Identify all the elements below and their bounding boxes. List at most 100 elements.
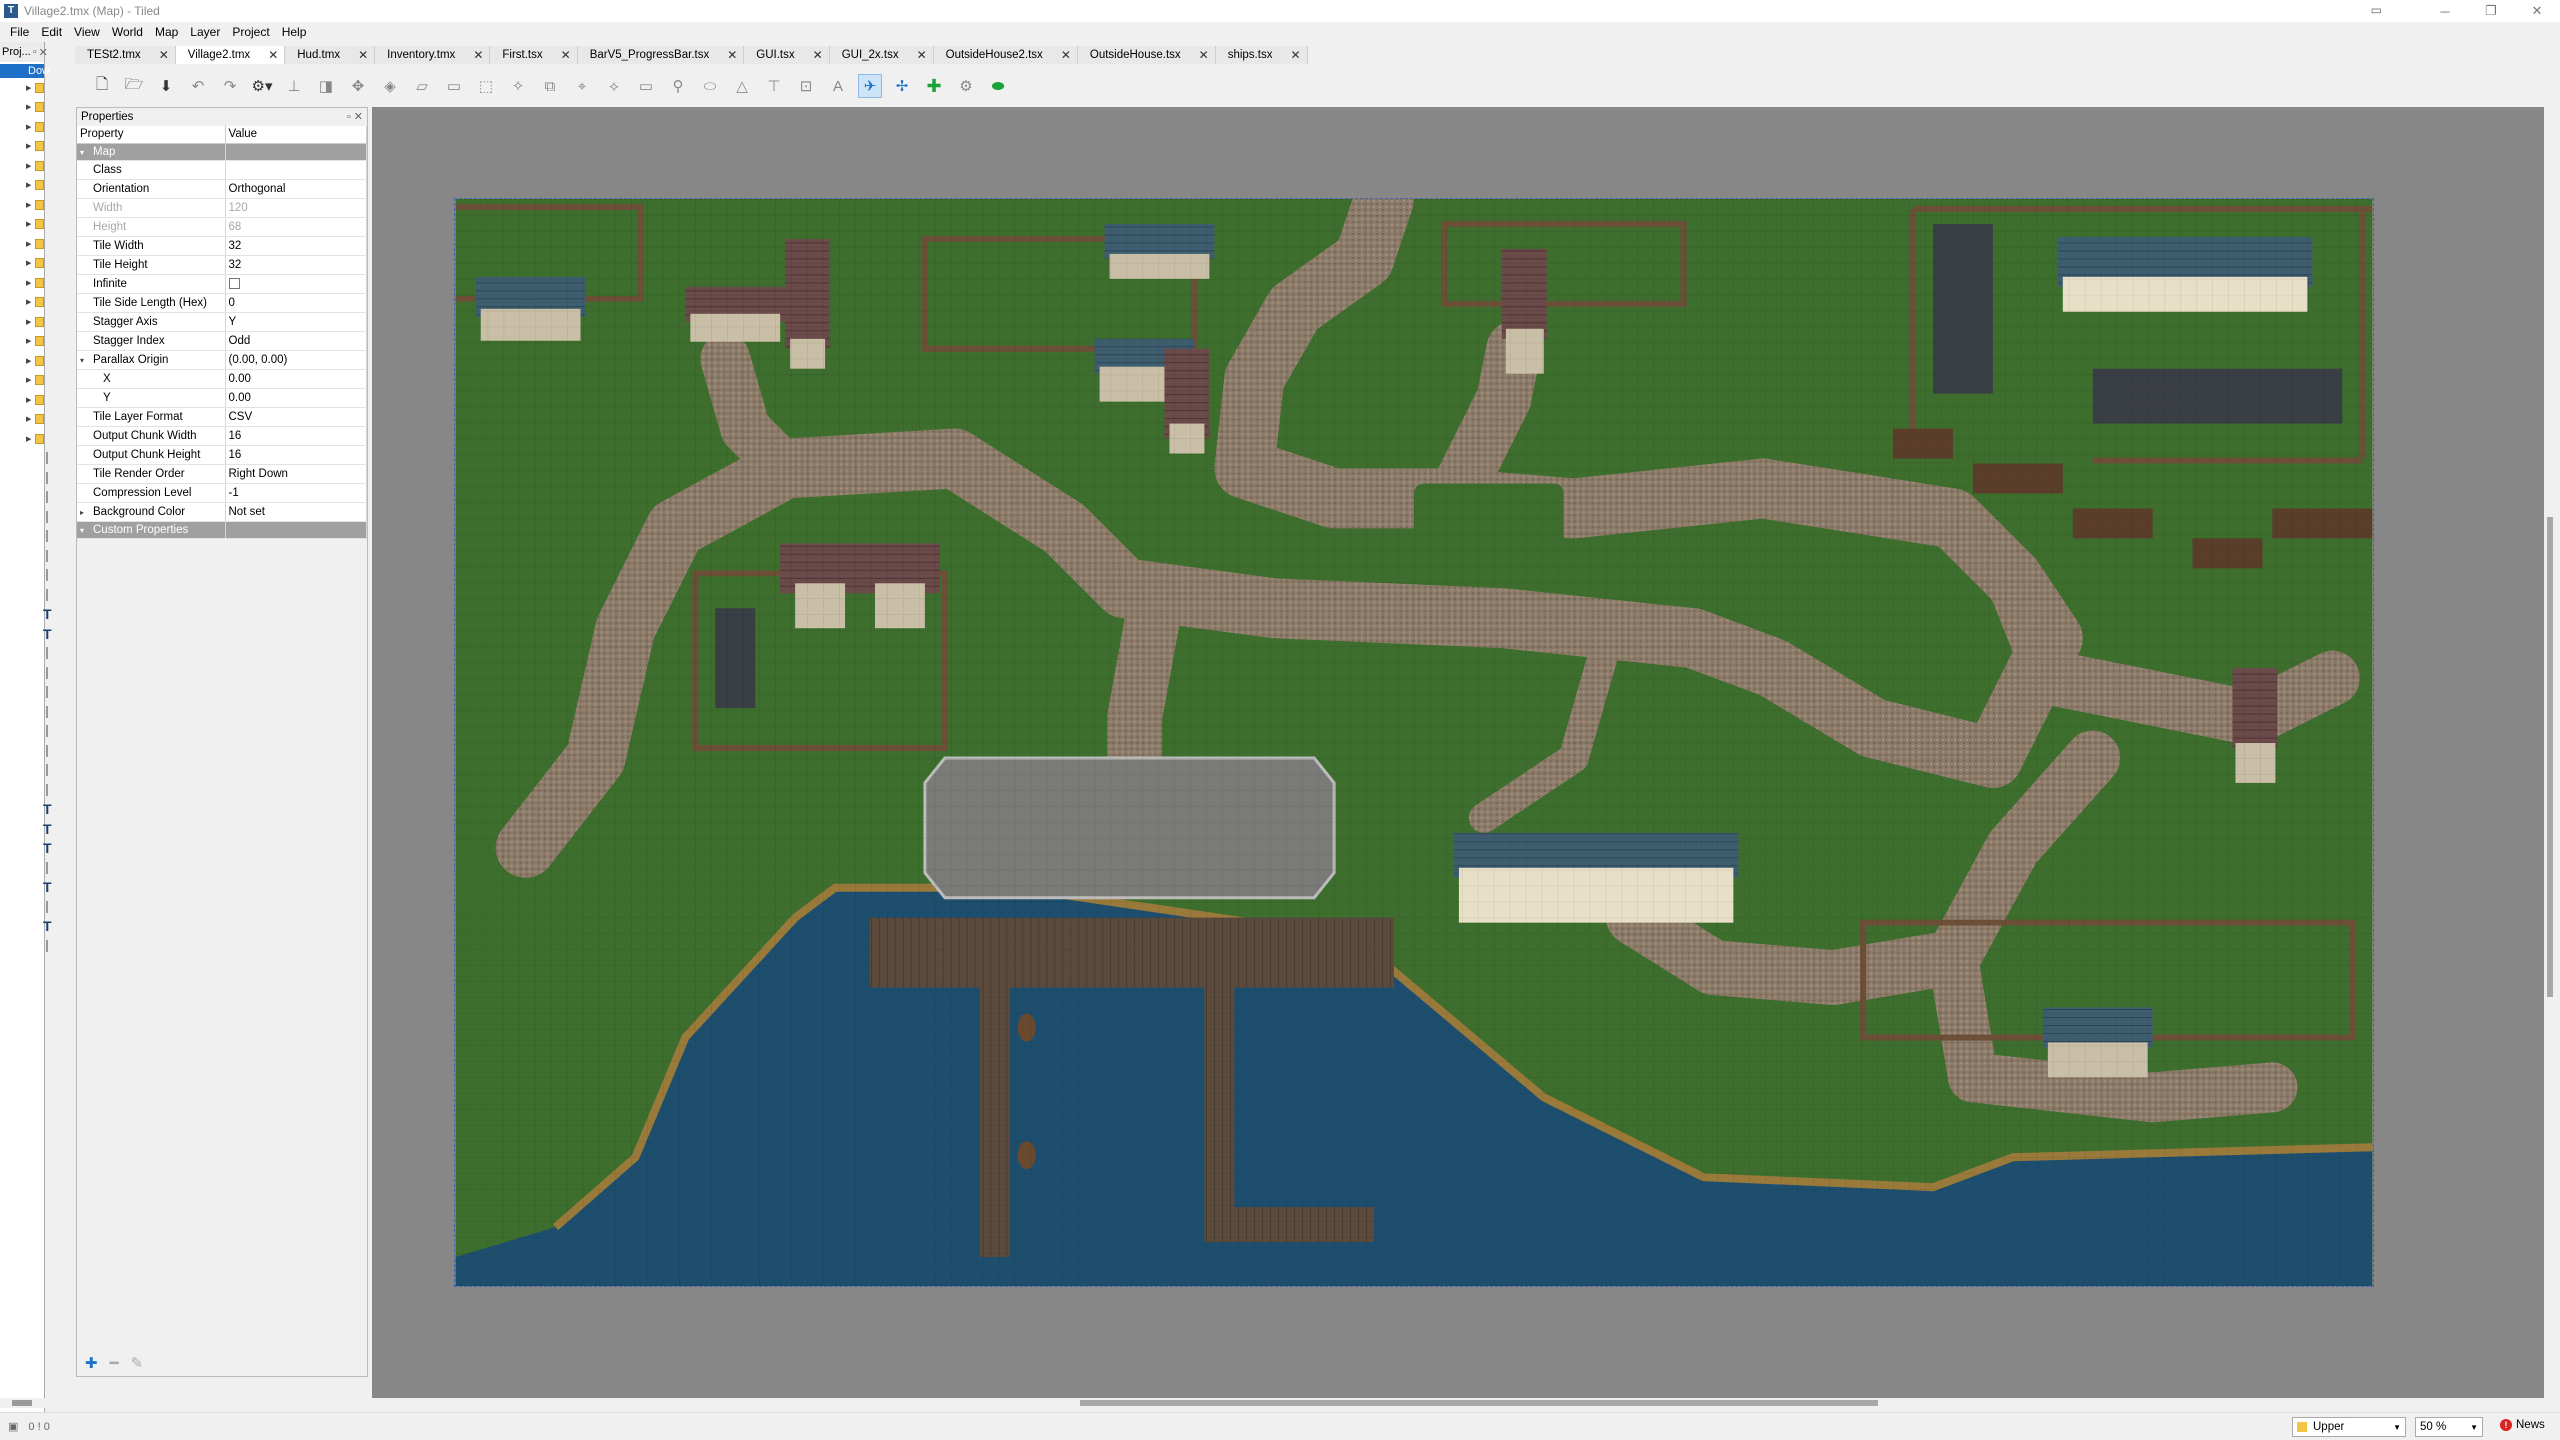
project-folder-item[interactable]: ▶ xyxy=(0,332,44,352)
close-icon[interactable]: ✕ xyxy=(1061,48,1071,62)
close-icon[interactable]: ✕ xyxy=(1290,48,1300,62)
project-file-item[interactable] xyxy=(0,566,48,586)
close-icon[interactable]: ✕ xyxy=(813,48,823,62)
chevron-right-icon[interactable]: ▶ xyxy=(26,318,31,326)
property-row-tile-side-length-hex-[interactable]: Tile Side Length (Hex) 0 xyxy=(77,293,367,313)
chevron-right-icon[interactable]: ▶ xyxy=(26,376,31,384)
rect-select-icon[interactable]: ⬚ xyxy=(474,74,498,98)
property-value[interactable]: Y xyxy=(225,312,367,332)
project-file-item[interactable]: T xyxy=(0,800,52,820)
close-icon[interactable]: ✕ xyxy=(39,46,48,59)
minimize-button[interactable]: ─ xyxy=(2422,0,2468,22)
property-row-tile-layer-format[interactable]: Tile Layer Format CSV xyxy=(77,407,367,427)
close-icon[interactable]: ✕ xyxy=(917,48,927,62)
project-file-item[interactable] xyxy=(0,741,48,761)
property-value[interactable] xyxy=(225,274,367,294)
property-value[interactable]: Orthogonal xyxy=(225,179,367,199)
project-file-item[interactable] xyxy=(0,702,48,722)
project-file-item[interactable]: T xyxy=(0,839,52,859)
property-row-height[interactable]: Height 68 xyxy=(77,217,367,237)
select-same-tile-icon[interactable]: ⧉ xyxy=(538,74,562,98)
tab-ships-tsx[interactable]: ships.tsx ✕ xyxy=(1215,46,1308,64)
insert-point-icon[interactable]: ⚲ xyxy=(666,74,690,98)
project-file-item[interactable]: T xyxy=(0,917,52,937)
terrain-brush-icon[interactable]: ◨ xyxy=(314,74,338,98)
property-row-stagger-axis[interactable]: Stagger Axis Y xyxy=(77,312,367,332)
property-row-y[interactable]: Y 0.00 xyxy=(77,388,367,408)
chevron-right-icon[interactable]: ▶ xyxy=(26,220,31,228)
chevron-right-icon[interactable]: ▶ xyxy=(26,357,31,365)
project-folder-item[interactable]: ▶ xyxy=(0,293,44,313)
insert-text-icon[interactable]: A xyxy=(826,74,850,98)
tab-inventory-tmx[interactable]: Inventory.tmx ✕ xyxy=(375,46,491,64)
project-file-item[interactable] xyxy=(0,585,48,605)
select-objects-icon[interactable]: ⌖ xyxy=(570,74,594,98)
chevron-right-icon[interactable]: ▶ xyxy=(26,240,31,248)
project-file-item[interactable]: T xyxy=(0,878,52,898)
property-value[interactable]: (0.00, 0.00) xyxy=(225,350,367,370)
chevron-right-icon[interactable]: ▶ xyxy=(26,201,31,209)
property-row-custom-properties[interactable]: ▾ Custom Properties xyxy=(77,521,367,539)
property-value[interactable]: -1 xyxy=(225,483,367,503)
close-icon[interactable]: ✕ xyxy=(159,48,169,62)
project-file-item[interactable] xyxy=(0,683,48,703)
project-folder-item[interactable]: ▶ xyxy=(0,195,44,215)
insert-tile-icon[interactable]: ⊤ xyxy=(762,74,786,98)
menu-file[interactable]: File xyxy=(4,25,35,39)
project-file-item[interactable] xyxy=(0,644,48,664)
project-file-item[interactable] xyxy=(0,663,48,683)
property-row-background-color[interactable]: ▸ Background Color Not set xyxy=(77,502,367,522)
property-row-infinite[interactable]: Infinite xyxy=(77,274,367,294)
project-file-item[interactable] xyxy=(0,468,48,488)
scroll-thumb[interactable] xyxy=(12,1400,32,1406)
tile-map[interactable] xyxy=(454,198,2374,1287)
property-value[interactable]: Odd xyxy=(225,331,367,351)
project-file-item[interactable] xyxy=(0,488,48,508)
project-folder-item[interactable]: ▶ xyxy=(0,351,44,371)
project-file-item[interactable] xyxy=(0,546,48,566)
project-folder-item[interactable]: ▶ xyxy=(0,410,44,430)
property-row-tile-width[interactable]: Tile Width 32 xyxy=(77,236,367,256)
property-row-tile-render-order[interactable]: Tile Render Order Right Down xyxy=(77,464,367,484)
project-folder-item[interactable]: ▶ xyxy=(0,254,44,274)
project-folder-item[interactable]: ▶ xyxy=(0,176,44,196)
redo-icon[interactable]: ↷ xyxy=(218,74,242,98)
tab-outsidehouse2-tsx[interactable]: OutsideHouse2.tsx ✕ xyxy=(933,46,1078,64)
project-file-item[interactable] xyxy=(0,507,48,527)
float-icon[interactable]: ▫ xyxy=(33,46,37,58)
property-value[interactable]: 0.00 xyxy=(225,369,367,389)
save-icon[interactable]: ⬇ xyxy=(154,74,178,98)
property-row-output-chunk-width[interactable]: Output Chunk Width 16 xyxy=(77,426,367,446)
property-value[interactable]: 16 xyxy=(225,445,367,465)
project-file-item[interactable]: T xyxy=(0,624,52,644)
property-row-width[interactable]: Width 120 xyxy=(77,198,367,218)
expand-arrow-icon[interactable]: ▾ xyxy=(80,356,93,365)
property-row-stagger-index[interactable]: Stagger Index Odd xyxy=(77,331,367,351)
close-icon[interactable]: ✕ xyxy=(354,111,363,123)
magic-wand-icon[interactable]: ✧ xyxy=(506,74,530,98)
move-world-icon[interactable]: ✢ xyxy=(890,74,914,98)
project-file-item[interactable] xyxy=(0,858,48,878)
tab-hud-tmx[interactable]: Hud.tmx ✕ xyxy=(285,46,376,64)
project-folder-item[interactable]: ▶ xyxy=(0,215,44,235)
project-file-item[interactable] xyxy=(0,527,48,547)
close-icon[interactable]: ✕ xyxy=(1199,48,1209,62)
project-root-item[interactable]: Dow xyxy=(0,64,50,78)
project-file-item[interactable]: T xyxy=(0,819,52,839)
chevron-right-icon[interactable]: ▶ xyxy=(26,142,31,150)
project-file-item[interactable] xyxy=(0,780,48,800)
property-value[interactable]: 120 xyxy=(225,198,367,218)
chevron-right-icon[interactable]: ▶ xyxy=(26,103,31,111)
property-row-class[interactable]: Class xyxy=(77,160,367,180)
layout-icon[interactable]: ▭ xyxy=(2371,3,2382,17)
close-icon[interactable]: ✕ xyxy=(561,48,571,62)
shape-fill-icon[interactable]: ▱ xyxy=(410,74,434,98)
close-icon[interactable]: ✕ xyxy=(358,48,368,62)
chevron-right-icon[interactable]: ▶ xyxy=(26,435,31,443)
insert-ellipse-icon[interactable]: ⬭ xyxy=(698,74,722,98)
insert-rectangle-icon[interactable]: ▭ xyxy=(634,74,658,98)
menu-edit[interactable]: Edit xyxy=(35,25,68,39)
chevron-right-icon[interactable]: ▶ xyxy=(26,396,31,404)
property-value[interactable]: CSV xyxy=(225,407,367,427)
project-file-item[interactable]: T xyxy=(0,605,52,625)
